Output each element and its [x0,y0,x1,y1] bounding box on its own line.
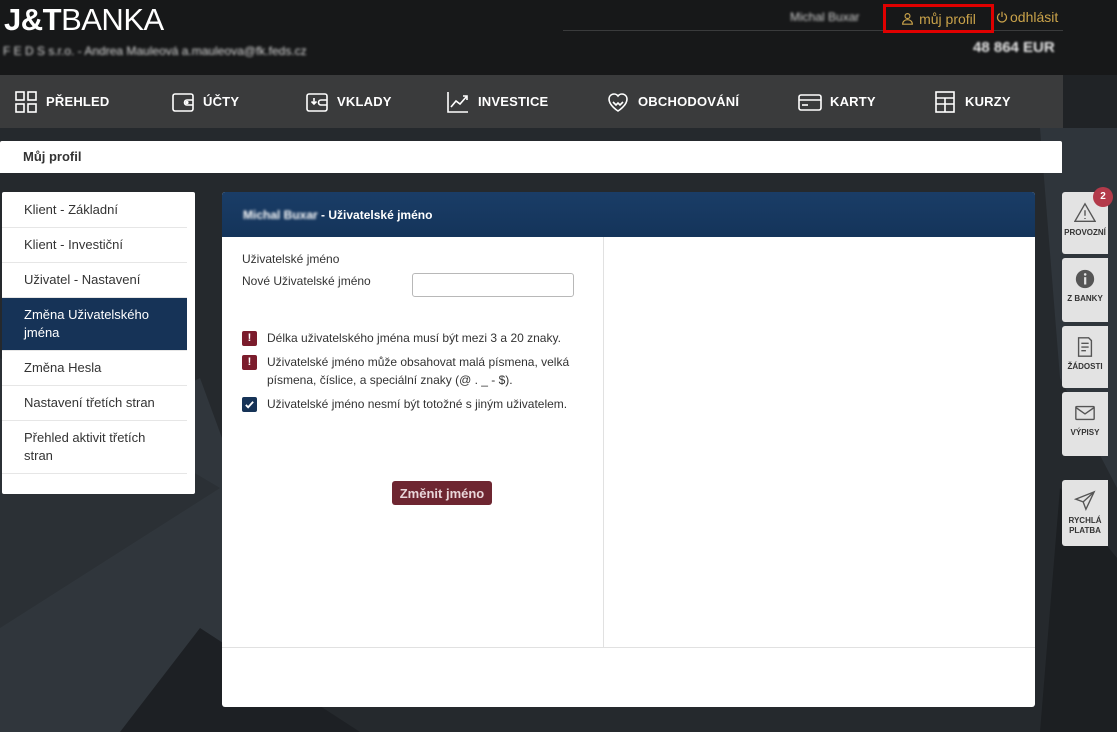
user-name: Michal Buxar [790,10,860,24]
username-label: Uživatelské jméno [242,252,340,266]
warning-icon: ! [242,355,257,370]
send-icon [1074,490,1096,512]
user-icon [902,13,914,25]
rule-text: Uživatelské jméno může obsahovat malá pí… [267,355,570,387]
rule-text: Délka uživatelského jména musí být mezi … [267,331,561,345]
nav-label: ÚČTY [203,94,240,109]
side-menu-item-klient-investicni[interactable]: Klient - Investiční [2,228,187,263]
card-header-user: Michal Buxar [243,207,318,222]
power-icon [996,11,1008,23]
envelope-icon [1075,405,1095,421]
logout-link[interactable]: odhlásit [996,7,1058,27]
table-icon [935,90,955,113]
card-header: Michal Buxar - Uživatelské jméno [222,192,1035,237]
notification-badge: 2 [1093,187,1113,207]
side-menu-item-klient-zakladni[interactable]: Klient - Základní [2,193,187,228]
account-balance: 48 864 EUR [973,39,1055,56]
new-username-label: Nové Uživatelské jméno [242,274,371,288]
quick-label: PROVOZNÍ [1064,228,1106,237]
document-icon [1077,337,1093,357]
quick-label: VÝPISY [1070,428,1100,437]
quick-zadosti-button[interactable]: ŽÁDOSTI [1062,326,1108,388]
username-form: Uživatelské jméno Nové Uživatelské jméno… [222,237,604,647]
warning-icon [1074,202,1096,222]
nav-item-karty[interactable]: KARTY [798,75,876,128]
rule-text: Uživatelské jméno nesmí být totožné s ji… [267,397,568,411]
nav-item-vklady[interactable]: VKLADY [305,75,392,128]
card-icon [798,93,822,111]
top-bar: J&TBANKA F E D S s.r.o. - Andrea Mauleov… [0,0,1117,75]
side-menu-item-prehled-aktivit-tretich-stran[interactable]: Přehled aktivit třetích stran [2,421,187,474]
side-menu-item-zmena-hesla[interactable]: Změna Hesla [2,351,187,386]
username-change-card: Michal Buxar - Uživatelské jméno Uživate… [222,192,1035,707]
rule-unique: Uživatelské jméno nesmí být totožné s ji… [242,395,582,433]
bank-logo[interactable]: J&TBANKA [4,2,164,38]
company-info: F E D S s.r.o. - Andrea Mauleová a.maule… [3,44,307,58]
deposit-icon [306,92,328,112]
nav-label: PŘEHLED [46,94,110,109]
profile-side-menu: Klient - Základní Klient - Investiční Už… [2,192,195,494]
card-header-title: - Uživatelské jméno [317,207,433,222]
nav-label: KARTY [830,94,876,109]
grid-icon [15,90,37,113]
info-icon [1075,269,1095,289]
quick-label: Z BANKY [1067,294,1103,303]
my-profile-label: můj profil [919,10,976,27]
nav-item-investice[interactable]: INVESTICE [446,75,548,128]
checkmark-icon [242,397,257,412]
side-menu-item-nastaveni-tretich-stran[interactable]: Nastavení třetích stran [2,386,187,421]
main-navigation: PŘEHLED ÚČTY VKLADY INVESTICE OBCHODOVÁN… [0,75,1063,128]
rule-length: ! Délka uživatelského jména musí být mez… [242,329,582,349]
rule-characters: ! Uživatelské jméno může obsahovat malá … [242,353,582,391]
new-username-input[interactable] [412,273,574,297]
nav-label: OBCHODOVÁNÍ [638,94,740,109]
nav-label: VKLADY [337,94,392,109]
side-menu-item-uzivatel-nastaveni[interactable]: Uživatel - Nastavení [2,263,187,298]
card-divider [222,647,1035,648]
wallet-icon [172,92,194,112]
handshake-icon [608,92,628,112]
side-menu-item-zmena-uzivatelskeho-jmena[interactable]: Změna Uživatelského jména [2,298,187,351]
quick-label: RYCHLÁ PLATBA [1068,516,1102,535]
quick-z-banky-button[interactable]: Z BANKY [1062,258,1108,322]
nav-item-kurzy[interactable]: KURZY [933,75,1011,128]
nav-item-obchodovani[interactable]: OBCHODOVÁNÍ [606,75,739,128]
page-title: Můj profil [23,149,82,164]
quick-rychla-platba-button[interactable]: RYCHLÁ PLATBA [1062,480,1108,546]
nav-label: INVESTICE [478,94,549,109]
nav-item-prehled[interactable]: PŘEHLED [14,75,110,128]
chart-up-icon [447,91,468,113]
quick-vypisy-button[interactable]: VÝPISY [1062,392,1108,456]
warning-icon: ! [242,331,257,346]
my-profile-link[interactable]: můj profil [883,4,994,33]
change-username-button[interactable]: Změnit jméno [392,481,492,505]
logout-label: odhlásit [1010,9,1059,25]
nav-label: KURZY [965,94,1011,109]
page-title-bar: Můj profil [0,141,1062,173]
quick-label: ŽÁDOSTI [1067,362,1103,371]
nav-item-ucty[interactable]: ÚČTY [171,75,239,128]
